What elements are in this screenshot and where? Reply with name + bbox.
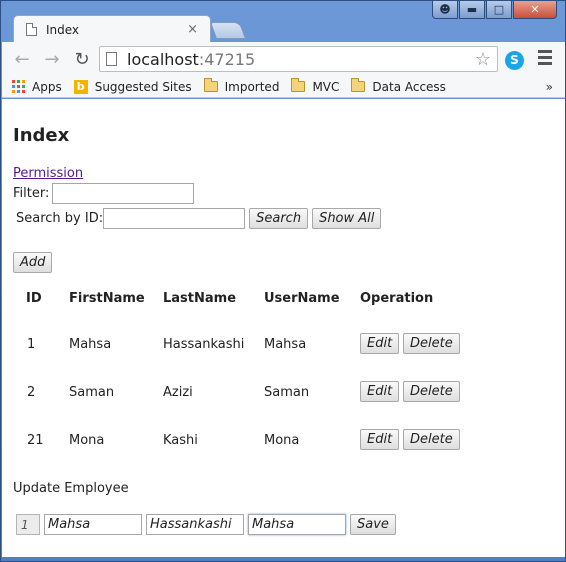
apps-grid-icon: [12, 80, 25, 93]
update-id-field: 1: [16, 514, 40, 535]
edit-button[interactable]: Edit: [360, 429, 400, 450]
bookmark-suggested-sites[interactable]: b Suggested Sites: [73, 79, 192, 94]
browser-window: ☻ ▬ □ ✕ Index × ← → ↻ localhost:47215 ☆ …: [0, 0, 566, 562]
bookmark-mvc[interactable]: MVC: [291, 78, 340, 94]
bookmarks-bar: Apps b Suggested Sites Imported MVC Data…: [2, 76, 565, 98]
maximize-button[interactable]: □: [486, 1, 512, 19]
save-button[interactable]: Save: [350, 514, 396, 535]
folder-icon: [351, 78, 366, 92]
browser-tab[interactable]: Index ×: [13, 15, 211, 43]
show-all-button[interactable]: Show All: [312, 208, 382, 229]
bookmark-apps[interactable]: Apps: [12, 80, 62, 94]
bookmark-label: Suggested Sites: [94, 79, 192, 94]
folder-icon: [291, 78, 306, 92]
cell-lastname: Azizi: [163, 385, 193, 400]
update-employee-form: 1 Save: [16, 514, 396, 535]
user-icon[interactable]: ☻: [432, 1, 458, 19]
cell-id: 1: [27, 337, 36, 352]
permission-link[interactable]: Permission: [13, 166, 83, 181]
tab-title: Index: [46, 22, 80, 37]
tab-close-icon[interactable]: ×: [187, 22, 198, 37]
update-firstname-input[interactable]: [44, 514, 142, 535]
page-icon: [26, 23, 37, 36]
column-header-firstname: FirstName: [69, 291, 145, 306]
bookmark-label: Apps: [32, 79, 62, 94]
edit-button[interactable]: Edit: [360, 381, 400, 402]
page-title: Index: [13, 125, 70, 146]
bookmark-label: MVC: [312, 79, 340, 94]
bookmark-imported[interactable]: Imported: [203, 78, 280, 94]
address-bar[interactable]: localhost:47215 ☆: [99, 46, 498, 72]
column-header-username: UserName: [264, 291, 340, 306]
search-row: Search by ID: Search Show All: [16, 208, 382, 229]
chevron-right-icon[interactable]: »: [546, 80, 553, 94]
browser-toolbar: ← → ↻ localhost:47215 ☆ S: [2, 42, 565, 76]
delete-button[interactable]: Delete: [403, 429, 460, 450]
delete-button[interactable]: Delete: [403, 381, 460, 402]
cell-id: 2: [27, 385, 36, 400]
cell-username: Mahsa: [264, 337, 307, 352]
close-window-button[interactable]: ✕: [513, 1, 557, 19]
column-header-id: ID: [26, 291, 42, 306]
update-lastname-input[interactable]: [146, 514, 244, 535]
search-button[interactable]: Search: [249, 208, 309, 229]
filter-input[interactable]: [52, 183, 195, 204]
bookmark-data-access[interactable]: Data Access: [351, 78, 446, 94]
update-username-input[interactable]: [248, 514, 346, 535]
cell-id: 21: [27, 433, 44, 448]
bing-icon: b: [73, 79, 88, 94]
back-arrow-icon[interactable]: ←: [9, 49, 35, 70]
column-header-lastname: LastName: [163, 291, 237, 306]
url-port: :47215: [198, 49, 256, 69]
search-label: Search by ID:: [16, 211, 104, 226]
minimize-button[interactable]: ▬: [459, 1, 485, 19]
cell-lastname: Kashi: [163, 433, 198, 448]
skype-icon[interactable]: S: [505, 51, 524, 70]
new-tab-button[interactable]: [209, 22, 247, 39]
page-content: Index Permission Filter: Search by ID: S…: [2, 99, 565, 557]
delete-button[interactable]: Delete: [403, 333, 460, 354]
edit-button[interactable]: Edit: [360, 333, 400, 354]
cell-firstname: Mona: [69, 433, 105, 448]
window-controls: ☻ ▬ □ ✕: [432, 1, 557, 19]
cell-username: Saman: [264, 385, 310, 400]
cell-username: Mona: [264, 433, 300, 448]
filter-row: Filter:: [13, 183, 195, 204]
reload-icon[interactable]: ↻: [69, 49, 95, 70]
filter-label: Filter:: [13, 186, 50, 201]
url-host: localhost: [127, 49, 199, 69]
folder-icon: [203, 78, 218, 92]
forward-arrow-icon[interactable]: →: [39, 49, 65, 70]
bookmark-star-icon[interactable]: ☆: [475, 49, 491, 70]
bookmark-label: Imported: [224, 79, 280, 94]
add-button[interactable]: Add: [13, 252, 53, 273]
cell-firstname: Mahsa: [69, 337, 112, 352]
update-employee-heading: Update Employee: [13, 481, 129, 496]
bookmark-label: Data Access: [372, 79, 446, 94]
document-icon: [106, 52, 117, 66]
cell-firstname: Saman: [69, 385, 115, 400]
column-header-operation: Operation: [360, 291, 434, 306]
search-id-input[interactable]: [103, 208, 246, 229]
cell-lastname: Hassankashi: [163, 337, 245, 352]
menu-icon[interactable]: [538, 50, 552, 68]
